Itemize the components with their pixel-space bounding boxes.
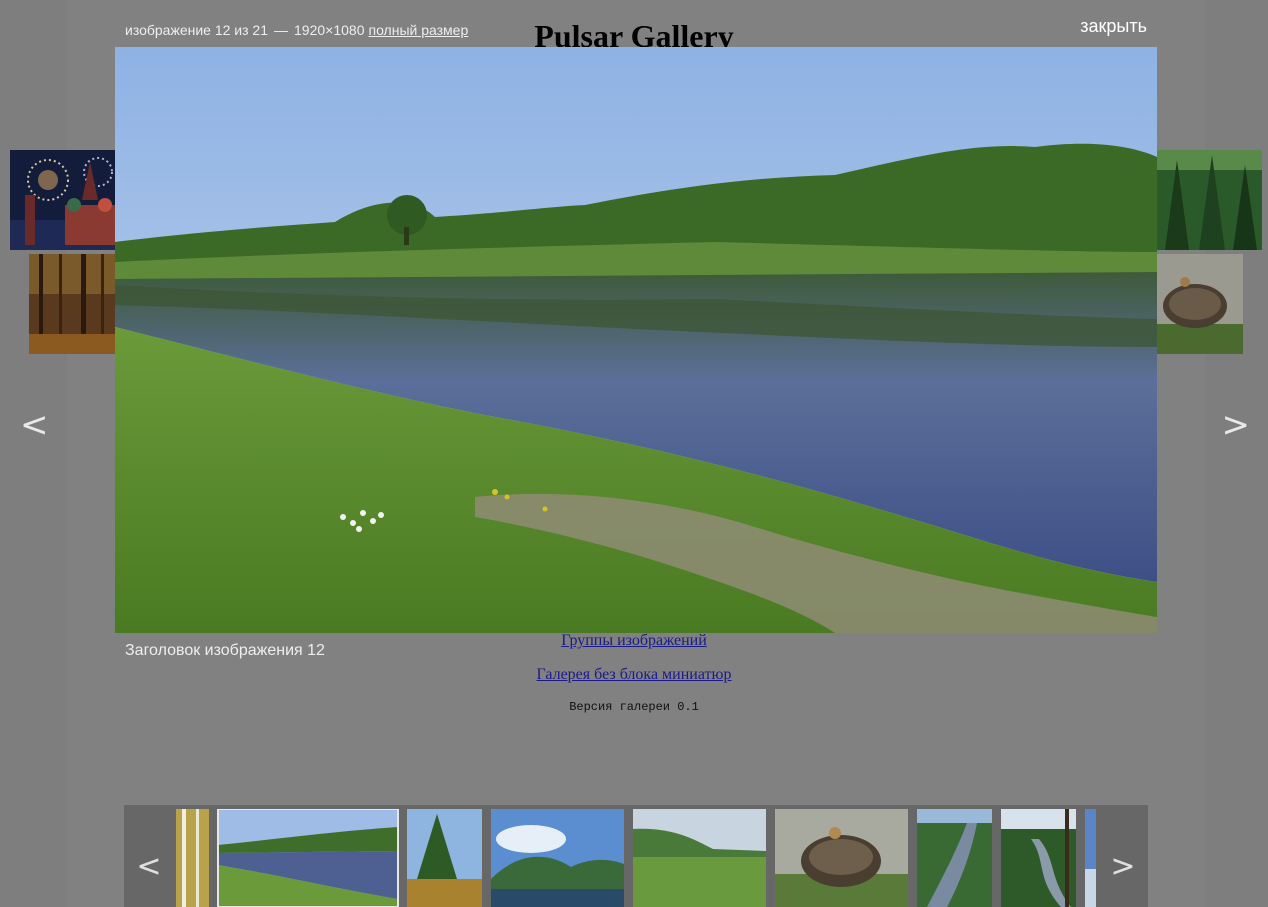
main-image[interactable] (115, 47, 1157, 633)
river-thumbnail (218, 809, 398, 907)
next-image-preview-2[interactable] (1157, 254, 1243, 354)
filmstrip-thumbnail[interactable] (917, 809, 992, 907)
filmstrip-next-arrow[interactable]: > (1098, 805, 1148, 907)
pine-forest-thumbnail (1157, 150, 1262, 250)
image-groups-link[interactable]: Группы изображений (0, 632, 1268, 650)
full-size-link[interactable]: полный размер (368, 22, 468, 38)
river-landscape-photo (115, 47, 1157, 633)
filmstrip-thumbnail[interactable] (775, 809, 908, 907)
autumn-forest-thumbnail (29, 254, 115, 354)
next-image-arrow[interactable]: > (1222, 400, 1251, 450)
image-counter: изображение 12 из 21 (125, 22, 269, 38)
valley-river-thumbnail (1001, 809, 1076, 907)
fireworks-cathedral-thumbnail (10, 150, 115, 250)
gallery-version: Версия галереи 0.1 (569, 700, 699, 714)
image-info: изображение 12 из 21 — 1920×1080 полный раз… (125, 22, 468, 38)
birch-trees-thumbnail (176, 809, 209, 907)
separator: — (274, 22, 289, 38)
close-button[interactable]: закрыть (1080, 16, 1147, 37)
image-resolution: 1920×1080 (294, 22, 365, 38)
prev-image-arrow[interactable]: < (20, 400, 49, 450)
hedgehog-thumbnail (775, 809, 908, 907)
river-canyon-thumbnail (917, 809, 992, 907)
hedgehog-thumbnail (1157, 254, 1243, 354)
meadow-hills-thumbnail (633, 809, 766, 907)
gallery-no-thumbnails-link[interactable]: Галерея без блока миниатюр (0, 666, 1268, 684)
filmstrip-thumbnails (176, 809, 1096, 907)
filmstrip-thumbnail[interactable] (1001, 809, 1076, 907)
filmstrip-thumbnail[interactable] (633, 809, 766, 907)
filmstrip-prev-arrow[interactable]: < (124, 805, 174, 907)
thumbnail-filmstrip: < > (124, 805, 1148, 907)
filmstrip-thumbnail[interactable] (176, 809, 209, 907)
prev-image-preview-2[interactable] (29, 254, 115, 354)
filmstrip-thumbnail[interactable] (407, 809, 482, 907)
filmstrip-thumbnail-active[interactable] (217, 809, 399, 907)
filmstrip-thumbnail[interactable] (1085, 809, 1096, 907)
mountain-lake-thumbnail (491, 809, 624, 907)
prev-image-preview[interactable] (10, 150, 115, 250)
partial-thumbnail (1085, 809, 1096, 907)
next-image-preview[interactable] (1157, 150, 1262, 250)
pine-tree-sky-thumbnail (407, 809, 482, 907)
filmstrip-thumbnail[interactable] (491, 809, 624, 907)
